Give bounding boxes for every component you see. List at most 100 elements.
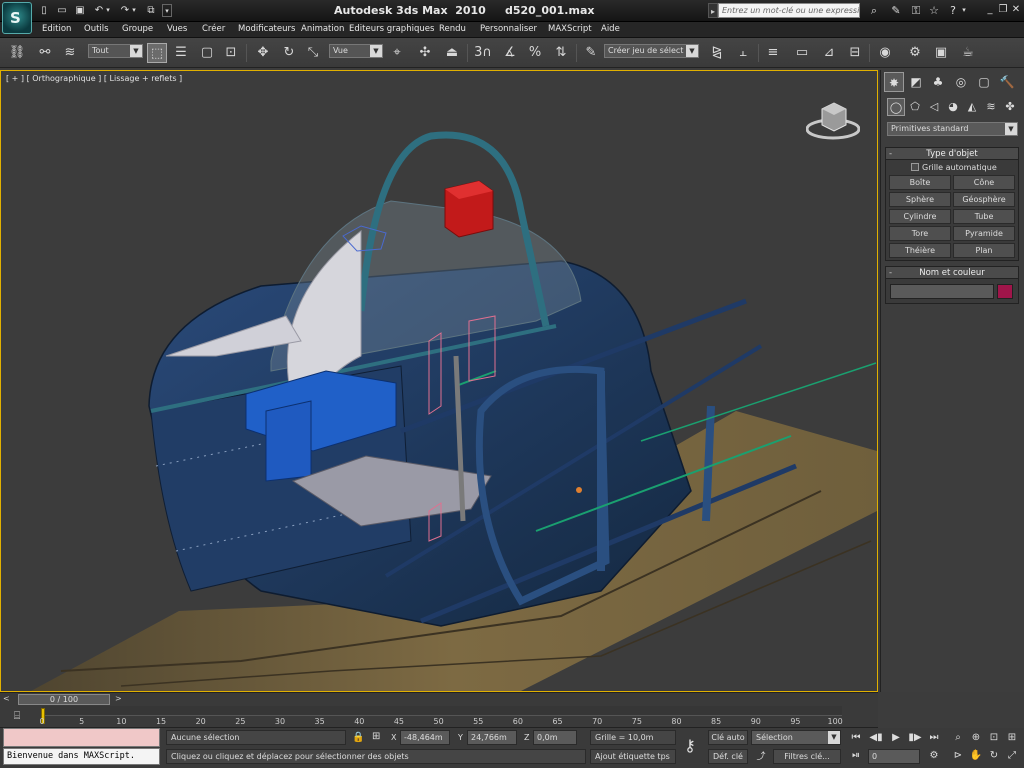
maxscript-output[interactable]: Bienvenue dans MAXScript.	[3, 748, 160, 765]
cylinder-button[interactable]: Cylindre	[889, 209, 951, 224]
angle-snap-icon[interactable]: ∡	[500, 43, 520, 63]
minimize-icon[interactable]: _	[984, 4, 996, 16]
object-type-header[interactable]: - Type d'objet	[886, 148, 1018, 160]
box-button[interactable]: Boîte	[889, 175, 951, 190]
pivot-center-icon[interactable]: ⌖	[387, 43, 407, 63]
select-and-link-icon[interactable]: ⛓	[7, 43, 27, 63]
key-filters-button[interactable]: Filtres clé...	[773, 749, 841, 764]
window-crossing-icon[interactable]: ⊡	[221, 43, 241, 63]
select-object-icon[interactable]: ⬚	[147, 43, 167, 63]
geosphere-button[interactable]: Géosphère	[953, 192, 1015, 207]
render-production-icon[interactable]: ☕	[958, 43, 978, 63]
layer-manager-icon[interactable]: ≡	[763, 43, 783, 63]
bind-to-space-warp-icon[interactable]: ≋	[60, 43, 80, 63]
plane-button[interactable]: Plan	[953, 243, 1015, 258]
name-and-color-header[interactable]: - Nom et couleur	[886, 267, 1018, 279]
cone-button[interactable]: Cône	[953, 175, 1015, 190]
z-coordinate-field[interactable]: 0,0m	[533, 730, 577, 745]
autogrid-checkbox[interactable]: Grille automatique	[911, 163, 997, 172]
subscription-icon[interactable]: ⚿	[908, 3, 924, 18]
project-folder-icon[interactable]: ⧉	[144, 4, 158, 17]
field-of-view-icon[interactable]: ⊳	[950, 749, 966, 763]
zoom-extents-icon[interactable]: ⊡	[986, 731, 1002, 745]
key-mode-toggle-icon[interactable]: ⏯	[848, 749, 864, 763]
zoom-icon[interactable]: ⌕	[950, 731, 966, 745]
create-tab-icon[interactable]: ✸	[884, 72, 904, 92]
trackbar-ruler[interactable]	[42, 706, 842, 716]
spinner-snap-icon[interactable]: ⇅	[551, 43, 571, 63]
help-dropdown-icon[interactable]: ▾	[960, 3, 968, 18]
menu-creer[interactable]: Créer	[202, 24, 225, 34]
auto-key-button[interactable]: Clé auto	[708, 730, 748, 745]
mirror-icon[interactable]: ⧎	[707, 43, 727, 63]
search-input[interactable]: Entrez un mot-clé ou une expressio	[718, 3, 860, 18]
shapes-icon[interactable]: ⬠	[906, 98, 924, 116]
utilities-tab-icon[interactable]: 🔨	[997, 72, 1017, 92]
help-icon[interactable]: ?	[945, 3, 961, 18]
y-coordinate-field[interactable]: 24,766m	[467, 730, 517, 745]
orbit-icon[interactable]: ↻	[986, 749, 1002, 763]
menu-edition[interactable]: Edition	[42, 24, 71, 34]
menu-vues[interactable]: Vues	[167, 24, 187, 34]
maxscript-listener-input[interactable]	[3, 728, 160, 747]
time-slider-next[interactable]: >	[115, 694, 122, 703]
unlink-icon[interactable]: ⚯	[35, 43, 55, 63]
rendered-frame-window-icon[interactable]: ▣	[931, 43, 951, 63]
tube-button[interactable]: Tube	[953, 209, 1015, 224]
menu-groupe[interactable]: Groupe	[122, 24, 153, 34]
maximize-viewport-icon[interactable]: ⤢	[1004, 749, 1020, 763]
open-file-icon[interactable]: ▭	[55, 4, 69, 17]
menu-aide[interactable]: Aide	[601, 24, 620, 34]
absolute-mode-icon[interactable]: ⊞	[372, 731, 380, 742]
geometry-icon[interactable]: ◯	[887, 98, 905, 116]
viewport-label[interactable]: [ + ] [ Orthographique ] [ Lissage + ref…	[6, 74, 182, 83]
teapot-button[interactable]: Théière	[889, 243, 951, 258]
menu-editeurs-graphiques[interactable]: Editeurs graphiques	[349, 24, 434, 34]
menu-animation[interactable]: Animation	[301, 24, 344, 34]
mini-curve-editor-icon[interactable]: ⌸	[9, 709, 25, 723]
go-to-start-icon[interactable]: ⏮	[848, 731, 864, 745]
systems-icon[interactable]: ✤	[1001, 98, 1019, 116]
render-setup-icon[interactable]: ⚙	[905, 43, 925, 63]
helpers-icon[interactable]: ◭	[963, 98, 981, 116]
display-tab-icon[interactable]: ▢	[974, 72, 994, 92]
object-color-swatch[interactable]	[997, 284, 1013, 299]
modify-tab-icon[interactable]: ◩	[906, 72, 926, 92]
cameras-icon[interactable]: ◕	[944, 98, 962, 116]
save-icon[interactable]: ▣	[73, 4, 87, 17]
select-and-rotate-icon[interactable]: ↻	[279, 43, 299, 63]
add-time-tag-button[interactable]: Ajout étiquette tps	[590, 749, 676, 764]
schematic-view-icon[interactable]: ⊟	[845, 43, 865, 63]
lock-icon[interactable]: 🔒	[352, 732, 364, 743]
pan-view-icon[interactable]: ✋	[968, 749, 984, 763]
viewcube[interactable]	[806, 99, 860, 141]
perspective-viewport[interactable]: [ + ] [ Orthographique ] [ Lissage + ref…	[0, 70, 878, 692]
go-to-end-icon[interactable]: ⏭	[926, 731, 942, 745]
snaps-toggle-icon[interactable]: 3∩	[473, 43, 493, 63]
object-category-dropdown[interactable]: Primitives standard ▼	[887, 122, 1018, 136]
select-and-scale-icon[interactable]: ⤡	[303, 43, 323, 63]
align-icon[interactable]: ⫠	[733, 43, 753, 63]
previous-frame-icon[interactable]: ◀▮	[868, 731, 884, 745]
rectangular-selection-icon[interactable]: ▢	[197, 43, 217, 63]
time-slider-thumb[interactable]: 0 / 100	[18, 694, 110, 705]
close-icon[interactable]: ✕	[1010, 4, 1022, 16]
quick-access-dropdown-icon[interactable]: ▾	[162, 4, 172, 17]
undo-dropdown-icon[interactable]: ▾	[104, 4, 112, 17]
hierarchy-tab-icon[interactable]: ♣	[928, 72, 948, 92]
sphere-button[interactable]: Sphère	[889, 192, 951, 207]
select-and-move-icon[interactable]: ✥	[253, 43, 273, 63]
named-selection-dropdown[interactable]: Créer jeu de sélect ▼	[604, 44, 699, 58]
menu-modificateurs[interactable]: Modificateurs	[238, 24, 295, 34]
lights-icon[interactable]: ◁	[925, 98, 943, 116]
material-editor-icon[interactable]: ◉	[875, 43, 895, 63]
set-keys-icon[interactable]: ⚷	[678, 736, 702, 756]
app-logo-button[interactable]: S	[2, 2, 32, 34]
menu-personnaliser[interactable]: Personnaliser	[480, 24, 537, 34]
percent-snap-icon[interactable]: %	[525, 43, 545, 63]
edit-named-selection-icon[interactable]: ✎	[581, 43, 601, 63]
set-key-button[interactable]: Déf. clé	[708, 749, 748, 764]
select-by-name-icon[interactable]: ☰	[171, 43, 191, 63]
time-slider-prev[interactable]: <	[3, 694, 10, 703]
tools-icon[interactable]: ✎	[888, 3, 904, 18]
